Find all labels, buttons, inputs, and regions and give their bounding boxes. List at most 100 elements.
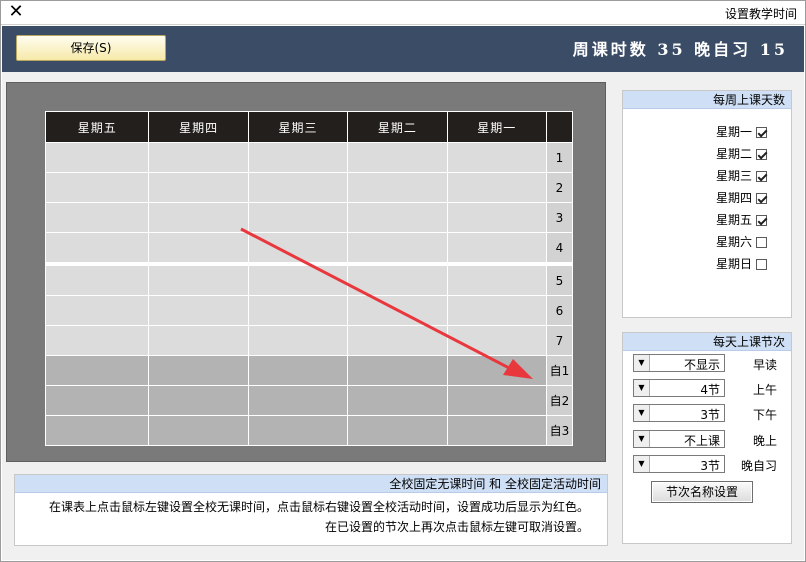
day-option-wednesday[interactable]: 星期三 — [716, 165, 767, 187]
schedule-cell[interactable] — [247, 295, 349, 326]
table-row: 自3 — [44, 415, 574, 446]
schedule-cell[interactable] — [347, 325, 448, 356]
schedule-cell[interactable] — [347, 142, 448, 173]
schedule-cell[interactable] — [44, 295, 150, 326]
chevron-down-icon[interactable]: ▼ — [634, 355, 650, 371]
close-icon[interactable]: ✕ — [7, 0, 25, 24]
schedule-cell[interactable] — [44, 202, 150, 233]
schedule-cell[interactable] — [347, 172, 448, 203]
schedule-cell[interactable] — [44, 142, 150, 173]
schedule-cell[interactable] — [148, 295, 249, 326]
schedule-cell[interactable] — [148, 142, 249, 173]
schedule-cell[interactable] — [44, 415, 150, 446]
schedule-grid[interactable]: 星期五 星期四 星期三 星期二 星期一 1 2 3 4 5 6 7 自1 自2 … — [44, 111, 574, 446]
schedule-cell[interactable] — [247, 415, 349, 446]
period-name-settings-button[interactable]: 节次名称设置 — [651, 481, 753, 503]
window-title: 设置教学时间 — [724, 7, 797, 21]
session-select[interactable]: ▼ 不显示 — [633, 354, 725, 372]
chevron-down-icon[interactable]: ▼ — [634, 405, 650, 421]
schedule-cell[interactable] — [44, 325, 150, 356]
period-label: 2 — [545, 172, 574, 203]
schedule-cell[interactable] — [247, 232, 349, 263]
table-row: 6 — [44, 295, 574, 326]
corner-cell — [545, 111, 574, 143]
note-line-2: 在已设置的节次上再次点击鼠标左键可取消设置。 — [324, 520, 589, 534]
chevron-down-icon[interactable]: ▼ — [634, 431, 650, 447]
schedule-cell[interactable] — [148, 232, 249, 263]
day-label: 星期三 — [715, 169, 752, 183]
day-label: 星期六 — [715, 235, 752, 249]
schedule-cell[interactable] — [44, 355, 150, 386]
table-row: 2 — [44, 172, 574, 203]
schedule-cell[interactable] — [148, 385, 249, 416]
save-button[interactable]: 保存(S) — [16, 35, 166, 61]
header-bar: 保存(S) 周课时数 35 晚自习 15 — [2, 26, 804, 72]
day-checkbox[interactable] — [756, 193, 767, 204]
day-option-saturday[interactable]: 星期六 — [716, 231, 767, 253]
schedule-cell[interactable] — [446, 385, 547, 416]
schedule-cell[interactable] — [446, 325, 547, 356]
day-header: 星期五 — [44, 111, 150, 143]
fixed-time-note: 全校固定无课时间 和 全校固定活动时间 在课表上点击鼠标左键设置全校无课时间，点… — [14, 474, 608, 546]
schedule-cell[interactable] — [347, 232, 448, 263]
day-checkbox[interactable] — [756, 171, 767, 182]
day-label: 星期五 — [715, 213, 752, 227]
day-checkbox[interactable] — [756, 215, 767, 226]
schedule-cell[interactable] — [44, 385, 150, 416]
schedule-cell[interactable] — [247, 202, 349, 233]
day-checkbox[interactable] — [756, 127, 767, 138]
period-label: 自3 — [545, 415, 574, 446]
schedule-cell[interactable] — [247, 325, 349, 356]
day-option-thursday[interactable]: 星期四 — [716, 187, 767, 209]
schedule-cell[interactable] — [44, 265, 150, 296]
schedule-cell[interactable] — [247, 265, 349, 296]
day-option-friday[interactable]: 星期五 — [716, 209, 767, 231]
session-select[interactable]: ▼ 3节 — [633, 404, 725, 422]
session-select[interactable]: ▼ 4节 — [633, 379, 725, 397]
schedule-cell[interactable] — [446, 355, 547, 386]
schedule-cell[interactable] — [446, 265, 547, 296]
day-checkbox[interactable] — [756, 259, 767, 270]
session-label: 下午 — [752, 408, 777, 422]
schedule-cell[interactable] — [446, 172, 547, 203]
day-checkbox[interactable] — [756, 237, 767, 248]
day-checkbox[interactable] — [756, 149, 767, 160]
schedule-cell[interactable] — [148, 172, 249, 203]
session-select[interactable]: ▼ 不上课 — [633, 430, 725, 448]
schedule-cell[interactable] — [347, 265, 448, 296]
note-line-1: 在课表上点击鼠标左键设置全校无课时间，点击鼠标右键设置全校活动时间，设置成功后显… — [48, 500, 589, 514]
schedule-cell[interactable] — [247, 172, 349, 203]
schedule-cell[interactable] — [347, 385, 448, 416]
schedule-cell[interactable] — [44, 232, 150, 263]
schedule-cell[interactable] — [148, 265, 249, 296]
schedule-cell[interactable] — [44, 172, 150, 203]
period-label: 3 — [545, 202, 574, 233]
schedule-cell[interactable] — [446, 142, 547, 173]
day-option-monday[interactable]: 星期一 — [716, 121, 767, 143]
schedule-cell[interactable] — [247, 385, 349, 416]
period-label: 6 — [545, 295, 574, 326]
day-option-sunday[interactable]: 星期日 — [716, 253, 767, 275]
schedule-cell[interactable] — [148, 415, 249, 446]
schedule-cell[interactable] — [247, 142, 349, 173]
schedule-cell[interactable] — [148, 325, 249, 356]
day-option-tuesday[interactable]: 星期二 — [716, 143, 767, 165]
session-select[interactable]: ▼ 3节 — [633, 455, 725, 473]
table-row: 4 — [44, 232, 574, 263]
schedule-cell[interactable] — [148, 355, 249, 386]
chevron-down-icon[interactable]: ▼ — [634, 380, 650, 396]
schedule-cell[interactable] — [247, 355, 349, 386]
day-label: 星期四 — [715, 191, 752, 205]
schedule-cell[interactable] — [446, 202, 547, 233]
session-row-evening-study: 晚自习 ▼ 3节 — [627, 454, 777, 476]
schedule-cell[interactable] — [446, 232, 547, 263]
schedule-cell[interactable] — [446, 415, 547, 446]
chevron-down-icon[interactable]: ▼ — [634, 456, 650, 472]
schedule-cell[interactable] — [347, 295, 448, 326]
schedule-cell[interactable] — [347, 415, 448, 446]
session-label: 晚自习 — [740, 459, 777, 473]
schedule-cell[interactable] — [446, 295, 547, 326]
schedule-cell[interactable] — [347, 355, 448, 386]
schedule-cell[interactable] — [347, 202, 448, 233]
schedule-cell[interactable] — [148, 202, 249, 233]
